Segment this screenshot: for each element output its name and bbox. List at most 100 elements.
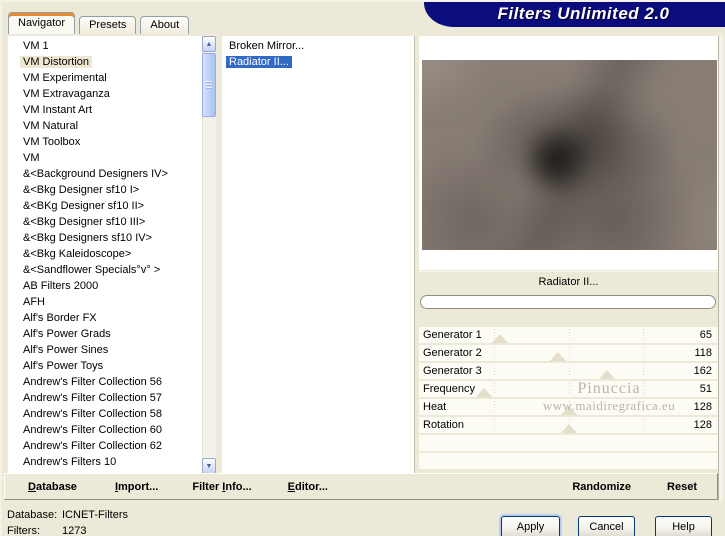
- category-item[interactable]: Alf's Power Grads: [8, 326, 202, 342]
- category-item-label: VM 1: [23, 40, 49, 52]
- reset-button[interactable]: Reset: [667, 481, 697, 493]
- selected-filter-name: Radiator II...: [538, 276, 599, 288]
- category-item[interactable]: &<Bkg Designer sf10 I>: [8, 182, 202, 198]
- category-item[interactable]: VM Natural: [8, 118, 202, 134]
- button-accelerator: E: [287, 480, 295, 493]
- category-item[interactable]: VM Toolbox: [8, 134, 202, 150]
- category-item[interactable]: Alf's Border FX: [8, 310, 202, 326]
- slider-label: Heat: [423, 401, 447, 413]
- category-item-label: Andrew's Filter Collection 60: [23, 424, 163, 436]
- category-item[interactable]: &<Bkg Kaleidoscope>: [8, 246, 202, 262]
- category-item[interactable]: VM Extravaganza: [8, 86, 202, 102]
- panel-right-margin: [718, 36, 723, 500]
- category-item[interactable]: &<BKg Designer sf10 II>: [8, 198, 202, 214]
- category-item-label: Andrew's Filter Collection 56: [23, 376, 163, 388]
- cancel-button[interactable]: Cancel: [578, 516, 635, 536]
- slider-value: 162: [693, 365, 712, 377]
- category-item[interactable]: VM: [8, 150, 202, 166]
- slider-thumb-triangle[interactable]: [490, 334, 509, 343]
- category-list-panel: VM 1 VM Distortion VM Experimental VM Extra…: [8, 36, 216, 474]
- slider-generator-2[interactable]: Generator 2 118: [419, 345, 718, 361]
- filter-list: Broken Mirror... Radiator II...: [222, 36, 414, 474]
- slider-label: Generator 1: [423, 329, 482, 341]
- category-item[interactable]: &<Bkg Designers sf10 IV>: [8, 230, 202, 246]
- import-button[interactable]: Import...: [115, 481, 158, 493]
- category-item[interactable]: Andrew's Filters 10: [8, 454, 202, 470]
- category-item[interactable]: Alf's Power Toys: [8, 358, 202, 374]
- slider-rotation[interactable]: Rotation 128: [419, 417, 718, 433]
- filter-item-label: Radiator II...: [226, 56, 292, 68]
- category-item-label: Alf's Power Grads: [23, 328, 111, 340]
- filter-info-button[interactable]: Filter Info...: [192, 481, 251, 493]
- status-value: ICNET-Filters: [62, 509, 128, 521]
- status-value: 1273: [62, 525, 87, 536]
- scroll-up-button[interactable]: ▲: [202, 36, 216, 52]
- button-label: Filter: [192, 480, 223, 493]
- preview-panel: Radiator II... Generator 1 65 Generator 2 1…: [419, 36, 718, 474]
- category-item-label: Alf's Border FX: [23, 312, 97, 324]
- slider-tick: [643, 419, 645, 431]
- tab-presets[interactable]: Presets: [79, 16, 137, 34]
- category-item-label: VM Toolbox: [23, 136, 81, 148]
- category-item-label: &<Bkg Designer sf10 I>: [23, 184, 140, 196]
- category-item[interactable]: AFH: [8, 294, 202, 310]
- category-item-label: &<Bkg Designers sf10 IV>: [23, 232, 153, 244]
- panel-divider: [414, 36, 415, 474]
- category-item-label: Alf's Power Toys: [23, 360, 104, 372]
- button-label: Randomize: [572, 480, 632, 493]
- slider-label: Frequency: [423, 383, 475, 395]
- slider-generator-3[interactable]: Generator 3 162: [419, 363, 718, 379]
- category-item[interactable]: Andrew's Filter Collection 62: [8, 438, 202, 454]
- filter-preview-image: [422, 60, 717, 250]
- tab-navigator[interactable]: Navigator: [8, 12, 76, 34]
- category-item[interactable]: AB Filters 2000: [8, 278, 202, 294]
- button-accelerator: D: [28, 480, 36, 493]
- category-item[interactable]: Andrew's Filter Collection 58: [8, 406, 202, 422]
- category-item[interactable]: VM 1: [8, 38, 202, 54]
- category-item[interactable]: VM Instant Art: [8, 102, 202, 118]
- slider-thumb-triangle[interactable]: [560, 424, 579, 433]
- slider-tick: [643, 365, 645, 377]
- scroll-down-button[interactable]: ▼: [202, 458, 216, 474]
- slider-thumb-triangle[interactable]: [475, 388, 494, 397]
- category-item[interactable]: VM Distortion: [8, 54, 202, 70]
- category-item[interactable]: Andrew's Filter Collection 57: [8, 390, 202, 406]
- category-item[interactable]: Alf's Power Sines: [8, 342, 202, 358]
- tab-about[interactable]: About: [140, 16, 190, 34]
- category-item-label: VM Distortion: [20, 56, 93, 68]
- category-item-label: &<Bkg Kaleidoscope>: [23, 248, 132, 260]
- slider-value: 65: [699, 329, 712, 341]
- category-item[interactable]: Andrew's Filter Collection 60: [8, 422, 202, 438]
- title-banner: Filters Unlimited 2.0: [424, 2, 725, 27]
- category-item[interactable]: &<Sandflower Specials°v° >: [8, 262, 202, 278]
- slider-thumb-triangle[interactable]: [549, 352, 568, 361]
- app-title: Filters Unlimited 2.0: [497, 4, 670, 23]
- category-item[interactable]: &<Bkg Designer sf10 III>: [8, 214, 202, 230]
- slider-label: Generator 2: [423, 347, 482, 359]
- scrollbar-thumb[interactable]: [202, 53, 216, 117]
- slider-generator-1[interactable]: Generator 1 65: [419, 327, 718, 343]
- category-item[interactable]: VM Experimental: [8, 70, 202, 86]
- help-button[interactable]: Help: [655, 516, 712, 536]
- filter-item[interactable]: Radiator II...: [222, 54, 414, 70]
- filter-item[interactable]: Broken Mirror...: [222, 38, 414, 54]
- slider-tick: [643, 347, 645, 359]
- category-item-label: VM Natural: [23, 120, 79, 132]
- category-scrollbar[interactable]: ▲ ▼: [202, 36, 216, 474]
- category-item[interactable]: Andrew's Filter Collection 56: [8, 374, 202, 390]
- progress-bar: [420, 295, 716, 309]
- editor-button[interactable]: Editor...: [288, 481, 328, 493]
- apply-button[interactable]: Apply: [501, 516, 560, 536]
- category-item-label: Alf's Power Sines: [23, 344, 109, 356]
- category-item-label: AFH: [23, 296, 45, 308]
- randomize-button[interactable]: Randomize: [572, 481, 631, 493]
- slider-thumb-triangle[interactable]: [597, 370, 616, 379]
- database-button[interactable]: Database: [28, 481, 77, 493]
- watermark: Pinuccia www.maidiregrafica.eu: [519, 380, 699, 414]
- category-item-label: Andrew's Filter Collection 62: [23, 440, 163, 452]
- button-label: ditor...: [294, 480, 328, 493]
- slider-tick: [643, 329, 645, 341]
- slider-tick: [493, 419, 495, 431]
- category-item[interactable]: &<Background Designers IV>: [8, 166, 202, 182]
- slider-value: 51: [699, 383, 712, 395]
